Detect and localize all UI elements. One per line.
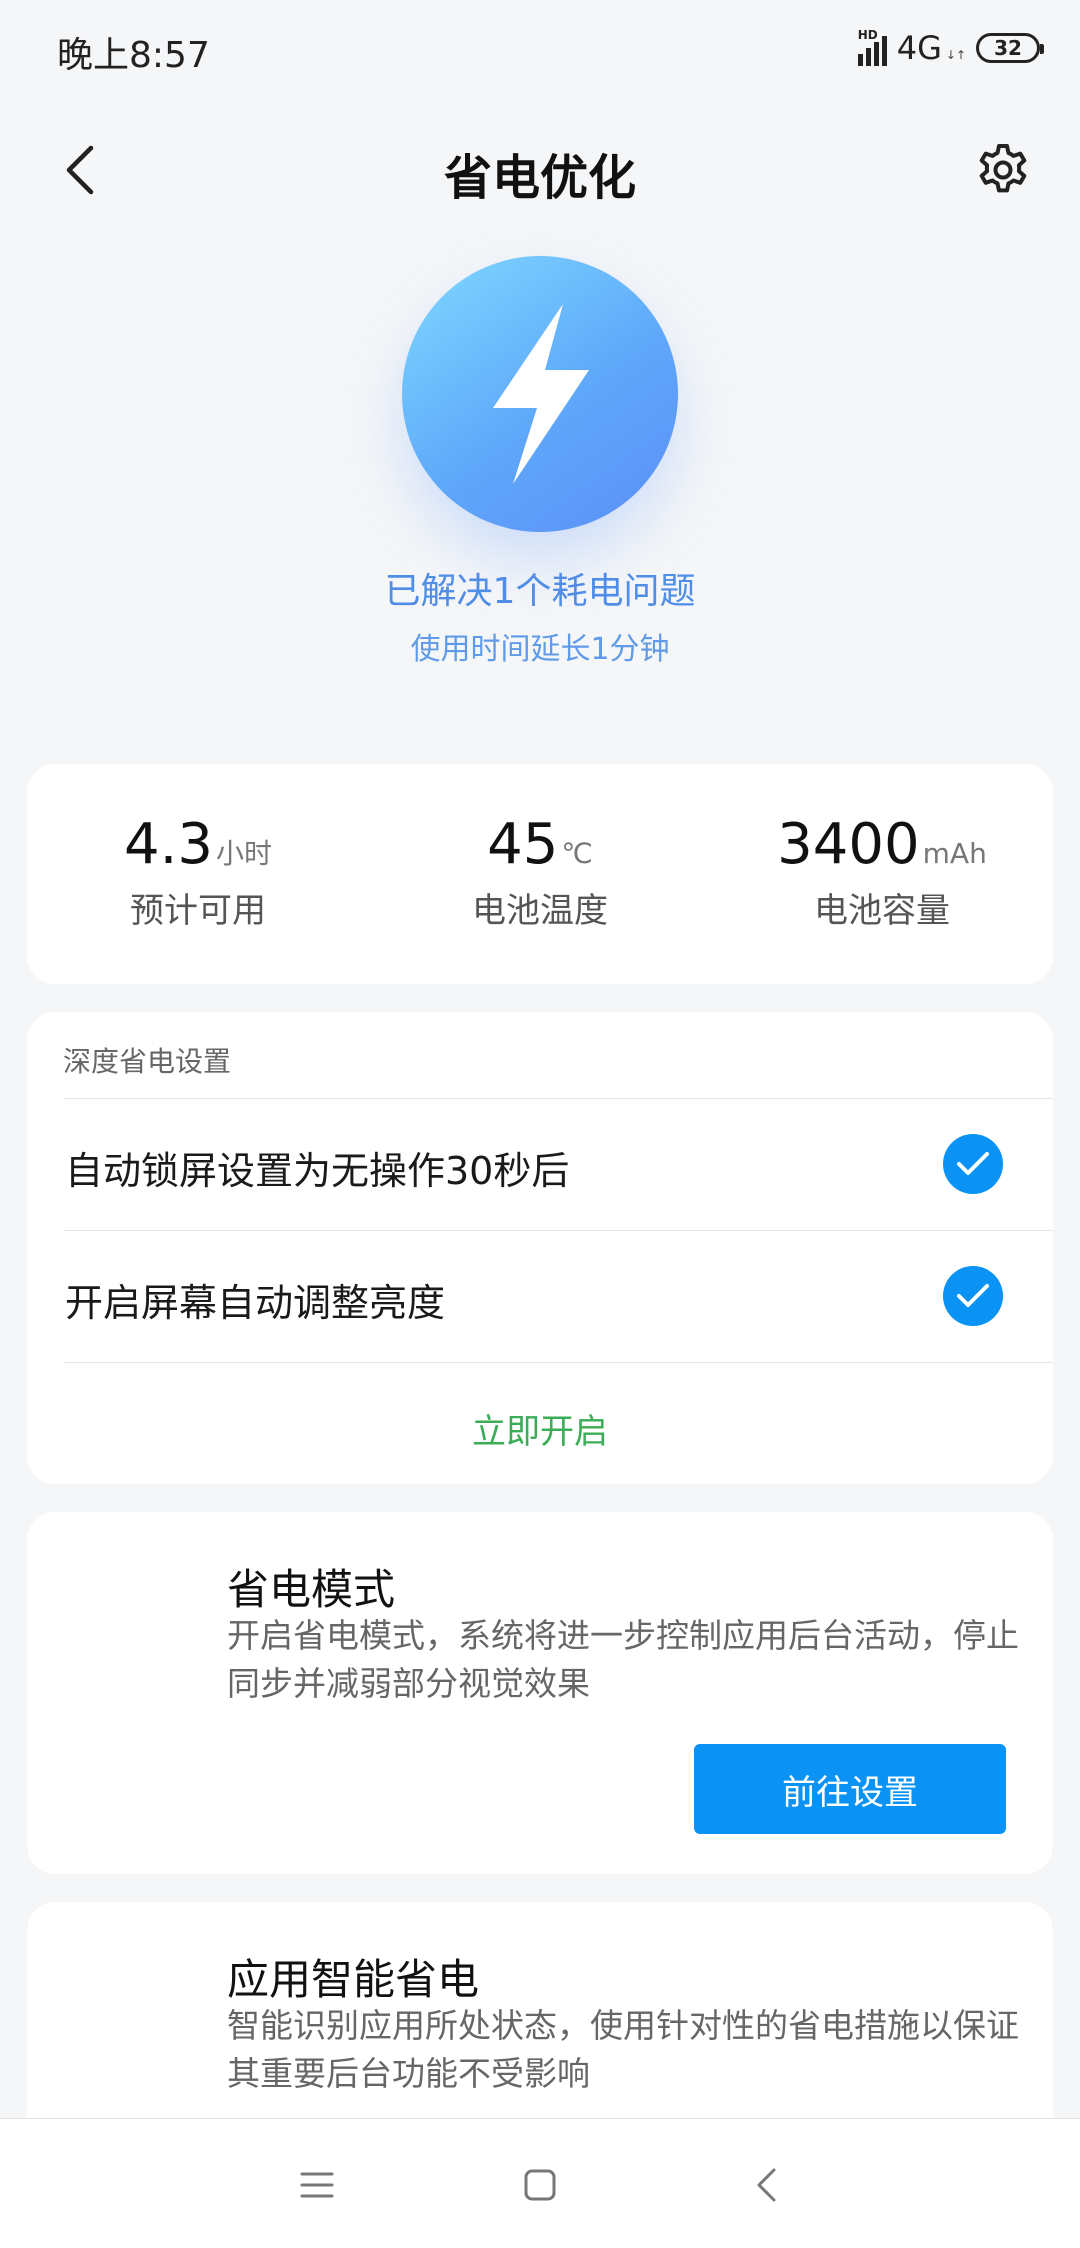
setting-label: 开启屏幕自动调整亮度 [65,1281,446,1325]
stat-unit: 小时 [216,837,273,870]
setting-label: 自动锁屏设置为无操作30秒后 [65,1149,570,1193]
stat-unit: mAh [922,837,987,870]
app-header: 省电优化 [0,120,1080,220]
checkbox-auto-lock[interactable] [943,1134,1003,1194]
deep-power-saving-card: 深度省电设置 自动锁屏设置为无操作30秒后 开启屏幕自动调整亮度 立即开启 [27,1012,1053,1484]
enable-now-button[interactable]: 立即开启 [27,1404,1053,1453]
battery-icon: 32 [976,33,1044,63]
page-title: 省电优化 [443,150,636,206]
stat-label: 预计可用 [130,891,266,931]
stat-value: 45 [487,812,559,877]
section-header: 深度省电设置 [63,1045,232,1078]
stat-label: 电池温度 [472,891,608,931]
gear-icon [979,144,1027,193]
time-extended-text: 使用时间延长1分钟 [410,632,670,667]
lightning-icon [493,304,589,484]
home-square-icon [524,2169,556,2201]
power-status-circle [402,256,678,532]
status-indicators: HD 4G ↓↑ 32 [857,28,1044,68]
stat-battery-capacity: 3400 mAh 电池容量 [711,812,1053,932]
power-saving-mode-card: 省电模式 开启省电模式，系统将进一步控制应用后台活动，停止同步并减弱部分视觉效果… [27,1512,1053,1874]
feature-description: 开启省电模式，系统将进一步控制应用后台活动，停止同步并减弱部分视觉效果 [227,1616,1019,1703]
issues-resolved-text: 已解决1个耗电问题 [384,571,696,612]
stat-value: 3400 [777,812,920,877]
network-type: 4G [896,29,942,67]
checkbox-auto-brightness[interactable] [943,1266,1003,1326]
data-activity-icon: ↓↑ [945,48,966,62]
battery-level: 32 [994,36,1022,60]
nav-menu-button[interactable] [287,2155,347,2215]
nav-back-button[interactable] [736,2155,796,2215]
power-optimization-screen: 晚上8:57 HD 4G ↓↑ 32 省电优化 已解决1个耗电问题 使用时间延长… [0,0,1080,2248]
stat-value: 4.3 [123,812,214,877]
system-navigation-bar [0,2118,1080,2248]
battery-stats-card: 4.3 小时 预计可用 45 ℃ 电池温度 3400 mAh 电池容量 [27,764,1053,984]
stat-label: 电池容量 [814,891,950,931]
nav-back-icon [757,2168,776,2202]
nav-home-button[interactable] [510,2155,570,2215]
feature-title: 省电模式 [227,1565,396,1614]
feature-title: 应用智能省电 [227,1955,480,2004]
status-time: 晚上8:57 [57,35,210,76]
menu-icon [300,2172,334,2198]
setting-auto-lock[interactable]: 自动锁屏设置为无操作30秒后 [27,1098,1053,1230]
checkmark-icon [957,1152,989,1175]
status-bar: 晚上8:57 HD 4G ↓↑ 32 [0,0,1080,100]
checkmark-icon [957,1284,989,1307]
stat-estimated-usage: 4.3 小时 预计可用 [27,812,369,932]
hd-label: HD [857,28,878,42]
stat-unit: ℃ [561,837,593,870]
divider [63,1362,1053,1363]
signal-strength-icon: HD [857,28,887,66]
settings-button[interactable] [971,138,1035,202]
go-to-settings-button[interactable]: 前往设置 [694,1744,1006,1834]
feature-description: 智能识别应用所处状态，使用针对性的省电措施以保证其重要后台功能不受影响 [227,2006,1019,2093]
setting-auto-brightness[interactable]: 开启屏幕自动调整亮度 [27,1230,1053,1362]
stat-battery-temperature: 45 ℃ 电池温度 [369,812,711,932]
